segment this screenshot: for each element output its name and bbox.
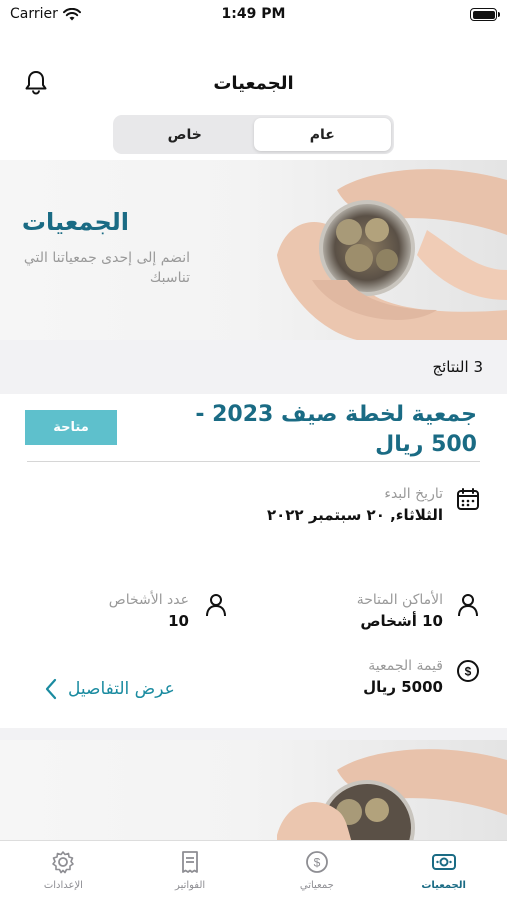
- person-icon: [206, 594, 226, 617]
- status-badge: متاحة: [25, 410, 117, 445]
- page-title: الجمعيات: [213, 73, 294, 94]
- tab-public[interactable]: عام: [253, 118, 391, 151]
- next-card-banner: [0, 740, 507, 840]
- hero-banner: الجمعيات انضم إلى إحدى جمعياتنا التي تنا…: [0, 160, 507, 340]
- tab-bar: الإعدادات الفواتير $ جمعياتي الجمعيات: [0, 840, 507, 900]
- association-card: جمعية لخطة صيف 2023 - 500 ريال متاحة تار…: [0, 394, 507, 728]
- start-date-label: تاريخ البدء: [384, 486, 443, 502]
- tab-settings-label: الإعدادات: [43, 880, 83, 891]
- available-slots-value: 10 أشخاص: [360, 612, 443, 630]
- tab-invoices-label: الفواتير: [175, 880, 206, 891]
- tab-private[interactable]: خاص: [116, 118, 254, 151]
- status-bar: Carrier 1:49 PM: [0, 0, 507, 30]
- available-slots-block: الأماكن المتاحة 10 أشخاص: [357, 590, 443, 632]
- dollar-coin-icon: $: [457, 660, 479, 682]
- people-count-label: عدد الأشخاص: [108, 592, 189, 608]
- association-value-label: قيمة الجمعية: [368, 658, 443, 674]
- association-title: جمعية لخطة صيف 2023 - 500 ريال: [195, 402, 477, 457]
- results-bar: 3 النتائج: [0, 340, 507, 394]
- svg-text:$: $: [314, 856, 321, 870]
- start-date-value: الثلاثاء, ٢٠ سبتمبر ٢٠٢٢: [266, 506, 443, 524]
- cash-icon: [431, 854, 456, 870]
- gear-icon: [52, 851, 75, 874]
- coin-icon: $: [305, 851, 328, 873]
- calendar-icon: [457, 488, 479, 510]
- banner-subtitle: انضم إلى إحدى جمعياتنا التي تناسبك: [23, 250, 190, 286]
- chevron-left-icon: [45, 678, 57, 700]
- tab-associations-label: الجمعيات: [421, 880, 466, 891]
- person-icon: [458, 594, 478, 617]
- tab-settings[interactable]: الإعدادات: [0, 841, 127, 900]
- tab-my-associations[interactable]: $ جمعياتي: [254, 841, 381, 900]
- battery-icon: [470, 8, 500, 21]
- coin-jar-hands-image: [277, 169, 507, 340]
- association-value-value: 5000 ريال: [363, 678, 443, 696]
- view-details-label: عرض التفاصيل: [68, 679, 175, 699]
- coin-jar-hands-image: [277, 749, 507, 840]
- receipt-icon: [182, 851, 199, 873]
- section-separator: [0, 728, 507, 740]
- people-count-block: عدد الأشخاص 10: [109, 590, 189, 632]
- available-slots-label: الأماكن المتاحة: [356, 592, 443, 608]
- tab-invoices[interactable]: الفواتير: [127, 841, 254, 900]
- start-date-block: تاريخ البدء الثلاثاء, ٢٠ سبتمبر ٢٠٢٢: [267, 484, 443, 526]
- svg-text:$: $: [465, 665, 472, 679]
- status-time: 1:49 PM: [221, 6, 286, 22]
- people-count-value: 10: [168, 612, 189, 630]
- association-value-block: قيمة الجمعية 5000 ريال: [363, 656, 443, 698]
- segmented-control: خاص عام: [113, 115, 394, 154]
- tab-my-associations-label: جمعياتي: [299, 880, 334, 891]
- tab-associations[interactable]: الجمعيات: [380, 841, 507, 900]
- banner-title: الجمعيات: [21, 208, 129, 236]
- divider: [27, 461, 480, 462]
- view-details-link[interactable]: عرض التفاصيل: [44, 678, 175, 700]
- results-count: 3 النتائج: [432, 358, 483, 376]
